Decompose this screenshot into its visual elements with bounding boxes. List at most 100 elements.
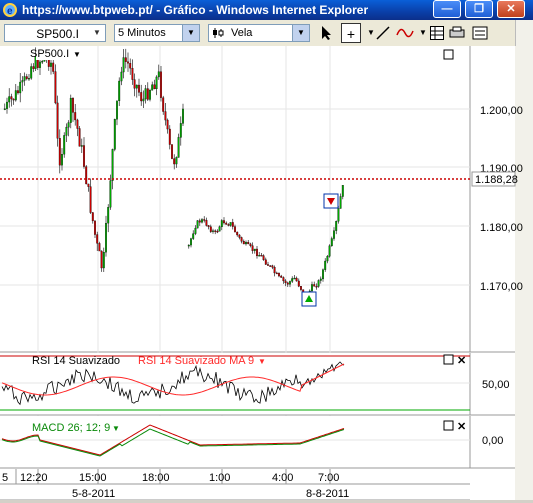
draw-line-icon[interactable] <box>373 23 393 43</box>
candle <box>289 281 291 285</box>
time-tick: 1:00 <box>209 472 230 484</box>
candle <box>324 260 327 270</box>
candle <box>198 220 201 223</box>
symbol-value: SP500.I <box>36 27 79 41</box>
candle <box>52 62 55 72</box>
candle <box>326 256 329 262</box>
candle <box>295 277 298 282</box>
candle <box>78 128 81 147</box>
symbol-input[interactable]: SP500.I ▼ <box>4 24 106 42</box>
candle <box>315 286 318 288</box>
candle <box>69 97 72 123</box>
candle <box>65 126 68 136</box>
maximize-panel-icon[interactable] <box>443 420 454 431</box>
candle <box>30 66 33 79</box>
symbol-dropdown-icon[interactable]: ▼ <box>90 26 104 40</box>
arrow-cursor-icon[interactable] <box>317 23 337 43</box>
settings-icon[interactable] <box>470 23 490 43</box>
candle <box>41 61 44 63</box>
candle <box>80 145 83 147</box>
candle <box>194 227 197 234</box>
time-tick: 12:20 <box>20 472 48 484</box>
interval-select[interactable]: 5 Minutos ▼ <box>114 24 200 42</box>
scroll-up-icon[interactable]: ▲ <box>520 39 528 48</box>
candle <box>201 219 203 223</box>
candle <box>337 208 340 222</box>
candle <box>223 220 225 224</box>
candle <box>111 149 114 181</box>
candle <box>300 286 302 290</box>
candle <box>94 220 96 235</box>
candle <box>253 248 256 251</box>
chart-canvas[interactable]: ▲ 1.200,00 1.190,00 1.180,00 1.170,00 1.… <box>0 39 533 501</box>
close-panel-icon[interactable]: ✕ <box>457 355 466 367</box>
date-tick: 5-8-2011 <box>72 488 115 500</box>
window-title: https://www.btpweb.pt/ - Gráfico - Windo… <box>22 3 369 17</box>
candle <box>107 207 110 224</box>
candle <box>192 233 195 239</box>
minimize-button[interactable]: — <box>433 0 461 18</box>
candlestick-icon <box>213 28 224 38</box>
candle <box>162 97 165 112</box>
candle <box>124 57 127 62</box>
rsi-panel: RSI 14 Suavizado RSI 14 Suavizado MA 9 ▼… <box>0 353 515 416</box>
candle <box>339 196 342 209</box>
chart-area[interactable]: ▲ 1.200,00 1.190,00 1.180,00 1.170,00 1.… <box>0 39 533 501</box>
candle <box>23 76 26 81</box>
maximize-panel-icon[interactable] <box>443 354 454 365</box>
restore-button[interactable]: ❐ <box>465 0 493 18</box>
candle <box>231 222 234 227</box>
candle <box>3 108 6 110</box>
candle <box>19 81 22 94</box>
rsi-menu-icon[interactable]: ▼ <box>258 357 266 366</box>
candle <box>214 230 217 232</box>
maximize-panel-icon[interactable] <box>443 49 454 60</box>
candle <box>311 284 313 292</box>
price-tick: 1.200,00 <box>480 105 523 117</box>
candle <box>275 272 278 275</box>
internet-explorer-icon: e <box>3 3 17 17</box>
candle <box>313 284 316 287</box>
chart-style-select[interactable]: Vela ▼ <box>208 24 310 42</box>
time-tick: 5 <box>2 472 8 484</box>
table-icon[interactable] <box>427 23 447 43</box>
macd-panel: MACD 26; 12; 9 ▼ 0,00 ✕ <box>0 416 515 469</box>
candle <box>87 183 90 187</box>
candle <box>317 280 320 287</box>
candle <box>54 71 57 104</box>
candle <box>238 234 241 238</box>
candle <box>12 98 15 101</box>
window-title-bar: e https://www.btpweb.pt/ - Gráfico - Win… <box>0 0 533 20</box>
candle <box>153 84 156 90</box>
interval-value: 5 Minutos <box>118 27 166 39</box>
macd-menu-icon[interactable]: ▼ <box>112 424 120 433</box>
candle <box>179 123 182 138</box>
candle <box>284 280 287 284</box>
candle <box>286 282 289 285</box>
candle <box>203 219 206 221</box>
candle <box>50 62 52 67</box>
price-panel-menu-icon[interactable]: ▼ <box>73 50 81 59</box>
crosshair-icon[interactable]: + <box>341 23 361 43</box>
indicator-icon[interactable] <box>395 23 415 43</box>
candle <box>341 185 344 197</box>
candle <box>56 102 59 139</box>
candle <box>109 180 112 208</box>
candle <box>127 61 129 64</box>
rsi-ma-label: RSI 14 Suavizado MA 9 <box>138 355 254 367</box>
close-button[interactable]: ✕ <box>497 0 525 18</box>
close-panel-icon[interactable]: ✕ <box>457 421 466 433</box>
price-panel-label: SP500.I <box>30 48 69 60</box>
print-icon[interactable] <box>447 23 467 43</box>
candle <box>72 97 74 113</box>
rsi-tick: 50,00 <box>482 379 510 391</box>
scrollbar-vertical[interactable] <box>515 20 533 46</box>
candle <box>14 90 17 101</box>
candle <box>247 242 250 245</box>
candle <box>234 226 236 233</box>
candle <box>100 250 103 269</box>
candle <box>58 138 61 166</box>
candle <box>116 100 118 120</box>
candle <box>131 68 134 80</box>
macd-tick: 0,00 <box>482 435 503 447</box>
